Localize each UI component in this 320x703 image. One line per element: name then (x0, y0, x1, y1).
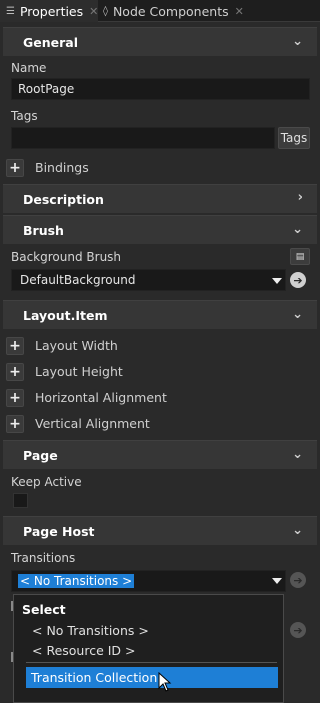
name-field[interactable]: RootPage (11, 78, 310, 100)
keep-active-checkbox[interactable] (13, 493, 28, 508)
section-brush-title: Brush (23, 222, 64, 238)
chevron-down-icon: ⌄ (292, 34, 303, 49)
close-icon[interactable]: ✕ (89, 5, 98, 18)
section-layout-item-title: Layout.Item (23, 307, 108, 323)
tags-button[interactable]: Tags (278, 127, 310, 149)
chevron-down-icon: ⌄ (292, 307, 303, 322)
tags-label: Tags (11, 109, 38, 123)
transitions-label: Transitions (11, 551, 76, 565)
layout-width-label: Layout Width (35, 338, 118, 353)
transitions-value: < No Transitions > (18, 574, 135, 588)
background-brush-value: DefaultBackground (20, 273, 136, 287)
chevron-down-icon: ⌄ (292, 447, 303, 462)
tab-bar: ☰ Properties ✕ ◊ Node Components ✕ (0, 0, 320, 22)
layout-height-label: Layout Height (35, 364, 123, 379)
horizontal-alignment-label: Horizontal Alignment (35, 390, 167, 405)
chevron-down-icon: ⌄ (292, 222, 303, 237)
add-vertical-alignment-button[interactable]: + (6, 415, 24, 433)
menu-item-resource-id[interactable]: < Resource ID > (32, 643, 136, 658)
dropdown-arrow-icon (272, 578, 282, 584)
transitions-dropdown-menu: Select < No Transitions > < Resource ID … (13, 594, 284, 703)
name-value: RootPage (18, 82, 75, 96)
section-description[interactable]: Description › (3, 184, 317, 213)
section-description-title: Description (23, 191, 104, 207)
section-layout-item[interactable]: Layout.Item ⌄ (3, 300, 317, 329)
background-brush-dropdown[interactable]: DefaultBackground (11, 269, 286, 291)
section-page-host[interactable]: Page Host ⌄ (3, 516, 317, 545)
tab-node-components[interactable]: ◊ Node Components ✕ (103, 0, 244, 22)
section-general[interactable]: General ⌄ (3, 27, 317, 56)
list-icon: ☰ (6, 5, 15, 17)
section-brush[interactable]: Brush ⌄ (3, 215, 317, 244)
transitions-dropdown[interactable]: < No Transitions > (11, 570, 286, 592)
reset-icon[interactable]: ➔ (290, 622, 306, 638)
menu-item-transition-collection[interactable]: Transition Collection (26, 667, 278, 688)
tab-properties[interactable]: ☰ Properties ✕ (0, 0, 98, 22)
reset-icon[interactable]: ➔ (290, 572, 306, 588)
mouse-cursor-icon (158, 672, 172, 692)
close-icon[interactable]: ✕ (235, 5, 244, 18)
components-icon: ◊ (103, 5, 108, 17)
resource-picker-icon[interactable]: ▤ (290, 248, 310, 265)
chevron-down-icon: ⌄ (292, 523, 303, 538)
section-page-host-title: Page Host (23, 523, 95, 539)
add-layout-height-button[interactable]: + (6, 363, 24, 381)
keep-active-label: Keep Active (11, 475, 82, 489)
tab-node-components-label: Node Components (112, 3, 229, 19)
chevron-right-icon: › (297, 190, 303, 205)
tags-field[interactable] (11, 127, 275, 149)
background-brush-label: Background Brush (11, 250, 122, 264)
menu-header: Select (22, 602, 66, 617)
vertical-alignment-label: Vertical Alignment (35, 416, 150, 431)
reset-icon[interactable]: ➔ (290, 272, 306, 288)
name-label: Name (11, 61, 47, 75)
section-page-title: Page (23, 447, 58, 463)
add-horizontal-alignment-button[interactable]: + (6, 389, 24, 407)
tab-properties-label: Properties (19, 3, 84, 19)
menu-item-no-transitions[interactable]: < No Transitions > (32, 623, 149, 638)
section-page[interactable]: Page ⌄ (3, 440, 317, 469)
menu-separator (26, 662, 277, 663)
add-layout-width-button[interactable]: + (6, 337, 24, 355)
section-general-title: General (23, 34, 78, 50)
dropdown-arrow-icon (272, 278, 282, 284)
bindings-label: Bindings (35, 160, 89, 175)
add-bindings-button[interactable]: + (6, 159, 24, 177)
